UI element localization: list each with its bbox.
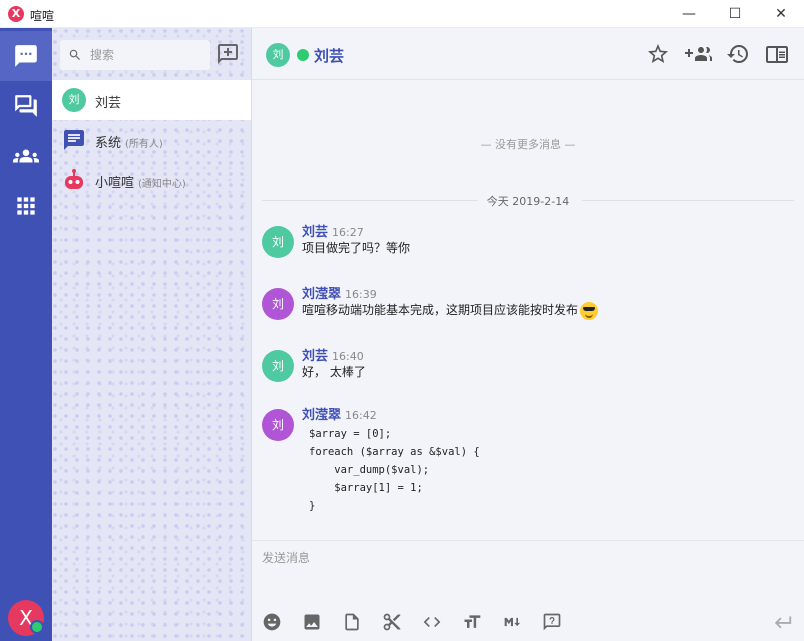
message-text: 好， 太棒了 (302, 365, 366, 379)
nav-chats[interactable] (0, 81, 52, 131)
send-enter-icon (774, 616, 792, 629)
chat-item-subtitle: (通知中心) (138, 179, 186, 190)
avatar[interactable]: 刘 (262, 409, 294, 441)
code-block: $array = [0]; foreach ($array as &$val) … (309, 428, 480, 512)
search-input[interactable] (90, 45, 202, 65)
message-time: 16:27 (332, 226, 364, 239)
maximize-button[interactable]: ☐ (712, 0, 758, 28)
send-button[interactable] (772, 612, 794, 632)
message-time: 16:39 (345, 288, 377, 301)
chat-avatar[interactable]: 刘 (266, 43, 290, 67)
close-button[interactable]: ✕ (758, 0, 804, 28)
message-input[interactable] (262, 549, 792, 599)
chat-item-name: 刘芸 (95, 96, 122, 111)
chat-item-name: 系统 (95, 136, 122, 151)
file-button[interactable] (342, 612, 362, 632)
message-text-line: 喧喧移动端功能基本完成，这期项目应该能按时发布 (302, 301, 599, 320)
nav-contacts[interactable] (0, 131, 52, 181)
message-text: 喧喧移动端功能基本完成，这期项目应该能按时发布 (302, 303, 579, 317)
message-list[interactable]: — 没有更多消息 — 今天 2019-2-14 刘 刘芸 16:27 项目做完了吗… (252, 80, 804, 540)
new-chat-icon (218, 44, 238, 64)
robot-icon (65, 169, 83, 189)
chat-item-label: 小喧喧 (通知中心) (95, 172, 186, 191)
message-sender[interactable]: 刘芸 (302, 225, 328, 240)
screenshot-button[interactable] (382, 612, 402, 632)
app-logo: X (8, 6, 24, 22)
message-time: 16:40 (332, 350, 364, 363)
code-button[interactable] (422, 612, 442, 632)
chats-icon (15, 95, 37, 117)
chat-bubble-icon (15, 45, 37, 67)
chat-item-name: 小喧喧 (95, 176, 135, 191)
sidebar-toggle-button[interactable] (765, 42, 789, 66)
chat-list-panel: 刘 刘芸 系统(所有人) 小喧喧(通知中心) (52, 28, 252, 641)
no-more-messages: — 没有更多消息 — (480, 138, 576, 151)
nav-chat[interactable] (0, 31, 52, 81)
message-sender-line: 刘滢翠 16:39 (302, 283, 377, 302)
file-icon (345, 613, 359, 631)
window-title: 喧喧 (30, 9, 55, 23)
message-sender[interactable]: 刘滢翠 (302, 408, 341, 423)
history-button[interactable] (726, 42, 750, 66)
image-icon (304, 614, 320, 630)
online-status-dot (297, 49, 309, 61)
search-icon (69, 49, 80, 60)
message-sender-line: 刘芸 16:40 (302, 345, 364, 364)
help-icon (543, 613, 561, 631)
image-button[interactable] (302, 612, 322, 632)
minimize-button[interactable]: — (666, 0, 712, 28)
sidebar-toggle-icon (766, 46, 788, 63)
add-member-button[interactable] (684, 42, 712, 66)
screenshot-icon (383, 613, 401, 631)
sunglasses-emoji (580, 301, 599, 320)
message-sender[interactable]: 刘滢翠 (302, 287, 341, 302)
nav-apps[interactable] (0, 181, 52, 231)
emoji-button[interactable] (262, 612, 282, 632)
left-nav: X (0, 28, 52, 641)
user-status-indicator (30, 620, 44, 634)
new-chat-button[interactable] (216, 42, 240, 66)
emoji-icon (263, 613, 281, 631)
chat-item-liuyun[interactable]: 刘 刘芸 (52, 80, 251, 120)
title-bar: X 喧喧 — ☐ ✕ (0, 0, 804, 28)
history-icon (727, 45, 748, 64)
avatar: 刘 (62, 88, 86, 112)
chat-item-subtitle: (所有人) (125, 139, 163, 150)
chat-header: 刘 刘芸 (252, 28, 804, 80)
date-label: 今天 2019-2-14 (486, 195, 570, 208)
markdown-button[interactable] (502, 612, 524, 632)
message-text: 项目做完了吗？等你 (302, 241, 411, 255)
avatar[interactable]: 刘 (262, 350, 294, 382)
message-composer (252, 540, 804, 641)
chat-item-xiaoxuanxuan[interactable]: 小喧喧 (通知中心) (52, 160, 251, 200)
chat-main: 刘 刘芸 — 没有更多消息 — 今天 2019-2-14 刘 刘芸 16:27 项… (252, 28, 804, 641)
search-box (60, 40, 210, 70)
apps-grid-icon (17, 197, 35, 215)
message-sender[interactable]: 刘芸 (302, 349, 328, 364)
code-icon (423, 617, 441, 627)
text-format-icon (464, 615, 481, 628)
add-member-icon (685, 47, 712, 61)
avatar[interactable]: 刘 (262, 226, 294, 258)
chat-item-label: 系统 (所有人) (95, 132, 163, 151)
star-button[interactable] (646, 42, 670, 66)
text-format-button[interactable] (462, 612, 482, 632)
message-sender-line: 刘芸 16:27 (302, 221, 364, 240)
markdown-icon (504, 617, 521, 627)
date-divider: 今天 2019-2-14 (252, 192, 804, 208)
contacts-icon (13, 149, 39, 163)
message-sender-line: 刘滢翠 16:42 (302, 404, 377, 423)
star-icon (648, 44, 668, 63)
help-button[interactable] (542, 612, 562, 632)
system-notice-icon (64, 130, 84, 150)
message-time: 16:42 (345, 409, 377, 422)
chat-title[interactable]: 刘芸 (314, 45, 344, 66)
avatar[interactable]: 刘 (262, 288, 294, 320)
chat-item-system[interactable]: 系统 (所有人) (52, 120, 251, 160)
